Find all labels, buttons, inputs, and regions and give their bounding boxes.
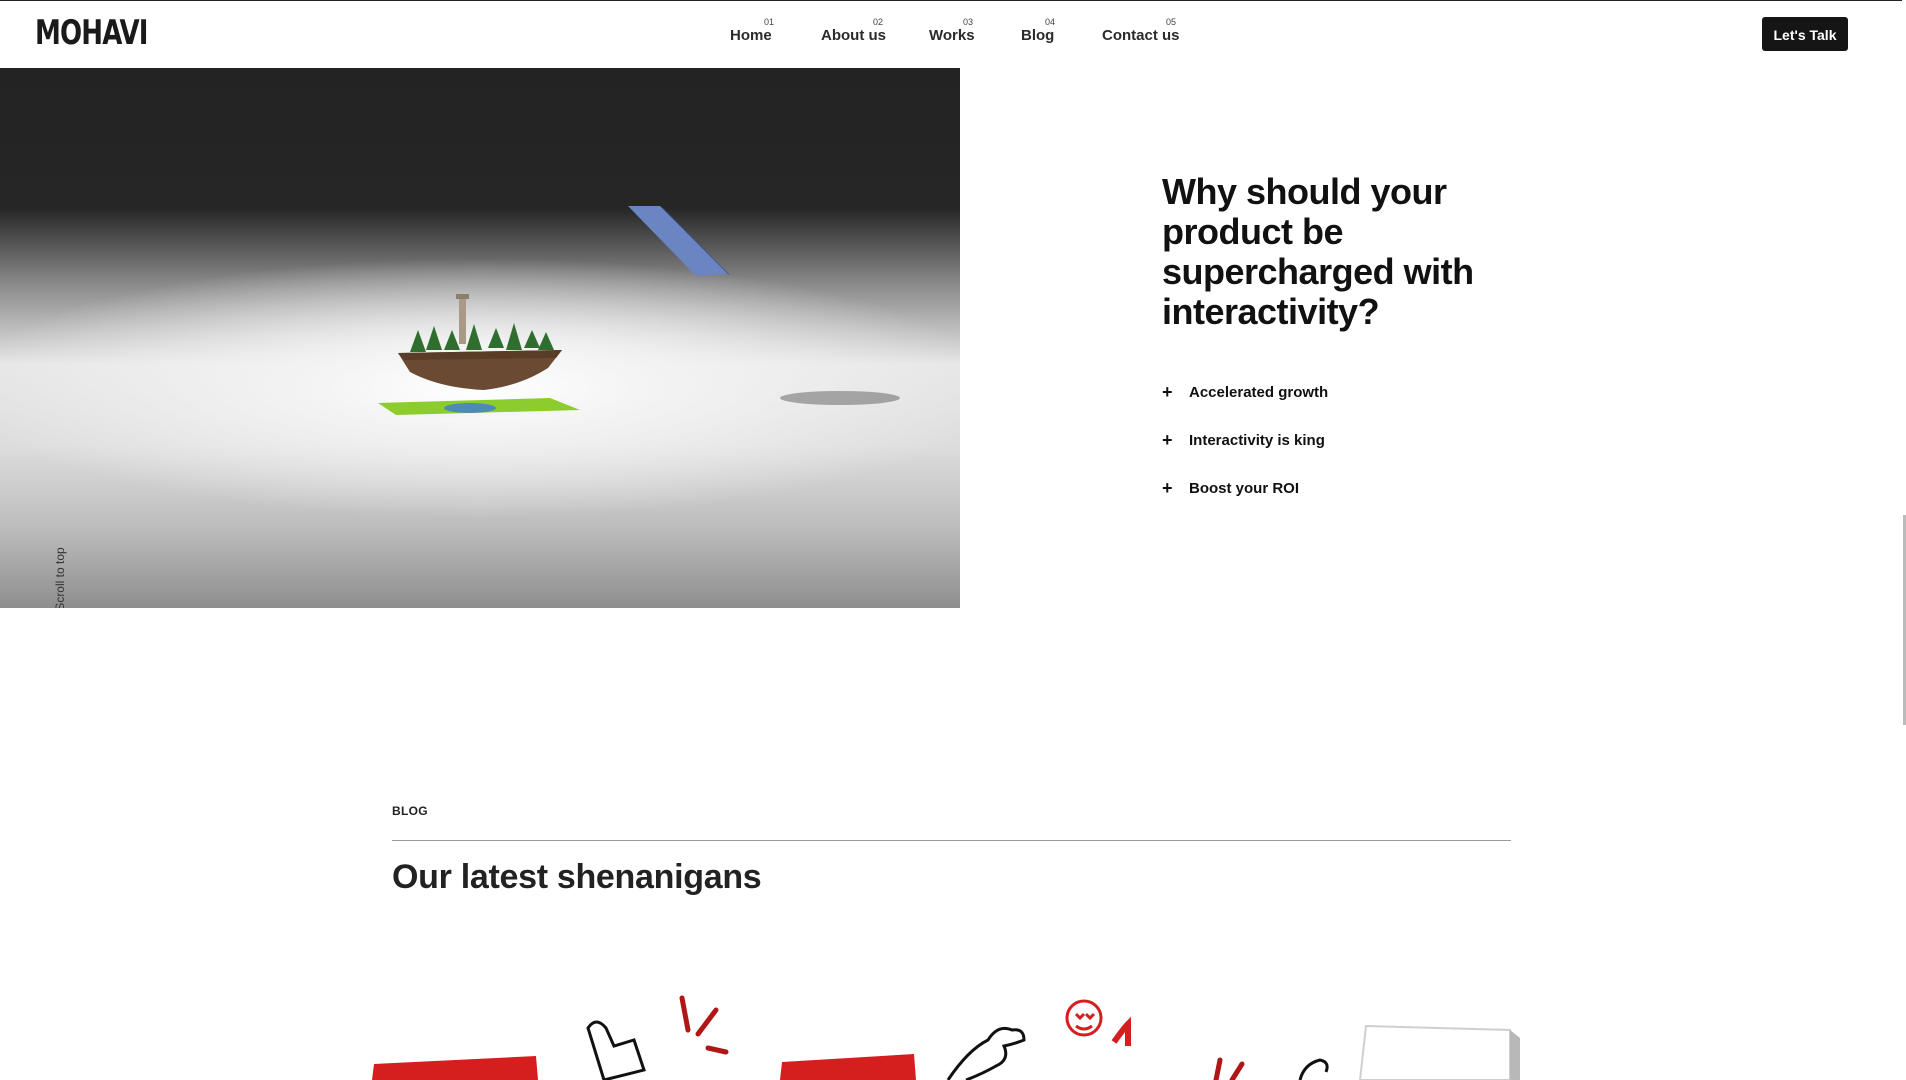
shadow-streak — [780, 391, 900, 405]
nav-number: 05 — [1165, 17, 1176, 27]
nav-label: Works — [929, 27, 975, 44]
plus-icon: + — [1162, 478, 1173, 498]
nav-item-home[interactable]: 01 Home — [730, 15, 774, 55]
nav-item-blog[interactable]: 04 Blog — [1021, 15, 1055, 55]
benefit-label: Interactivity is king — [1189, 432, 1325, 449]
spark-icon — [679, 995, 729, 1055]
nav-number: 01 — [763, 17, 774, 27]
why-heading: Why should your product be supercharged … — [1162, 171, 1474, 332]
nav-item-about-us[interactable]: 02 About us — [821, 15, 886, 55]
nav-number: 02 — [872, 17, 883, 27]
hand-icon — [586, 1020, 646, 1080]
lets-talk-button[interactable]: Let's Talk — [1762, 17, 1848, 51]
nav-number: 03 — [962, 17, 973, 27]
benefit-label: Accelerated growth — [1189, 384, 1329, 401]
benefit-label: Boost your ROI — [1189, 480, 1300, 497]
page-scrollbar[interactable] — [1902, 0, 1906, 1080]
divider — [392, 840, 1511, 841]
music-note-icon — [1111, 1016, 1131, 1046]
nav-label: Blog — [1021, 27, 1055, 44]
nav-label: Home — [730, 27, 772, 44]
hand-icon — [1298, 1058, 1329, 1080]
pond — [444, 403, 496, 413]
nav-label: Contact us — [1102, 27, 1180, 44]
floating-phone — [628, 206, 728, 276]
blog-cards-preview[interactable] — [370, 990, 1540, 1080]
red-card — [780, 1054, 916, 1080]
blog-section-title: Our latest shenanigans — [392, 858, 762, 896]
blog-kicker: BLOG — [392, 804, 428, 818]
nav-label: About us — [821, 27, 886, 44]
white-card — [1358, 1024, 1511, 1080]
hero-3d-scene[interactable]: Scroll to top — [0, 68, 960, 608]
hero-illustration — [362, 206, 900, 420]
nav-item-contact-us[interactable]: 05 Contact us — [1102, 15, 1180, 55]
spark-icon — [1213, 1057, 1245, 1080]
blog-illustrations — [372, 995, 1520, 1080]
nav-number: 04 — [1044, 17, 1055, 27]
tower — [459, 296, 466, 344]
site-header: MOHAVI 01 Home 02 About us 03 Works 04 B… — [0, 0, 1906, 68]
main-nav: 01 Home 02 About us 03 Works 04 Blog 05 … — [0, 15, 1906, 55]
pointing-hand-icon — [946, 1026, 1026, 1080]
scroll-to-top[interactable]: Scroll to top — [48, 538, 72, 608]
red-card — [372, 1056, 538, 1080]
plus-icon: + — [1162, 430, 1173, 450]
trees — [410, 323, 554, 352]
plus-icon: + — [1162, 382, 1173, 402]
scroll-to-top-label: Scroll to top — [53, 547, 67, 608]
nav-item-works[interactable]: 03 Works — [929, 15, 975, 55]
